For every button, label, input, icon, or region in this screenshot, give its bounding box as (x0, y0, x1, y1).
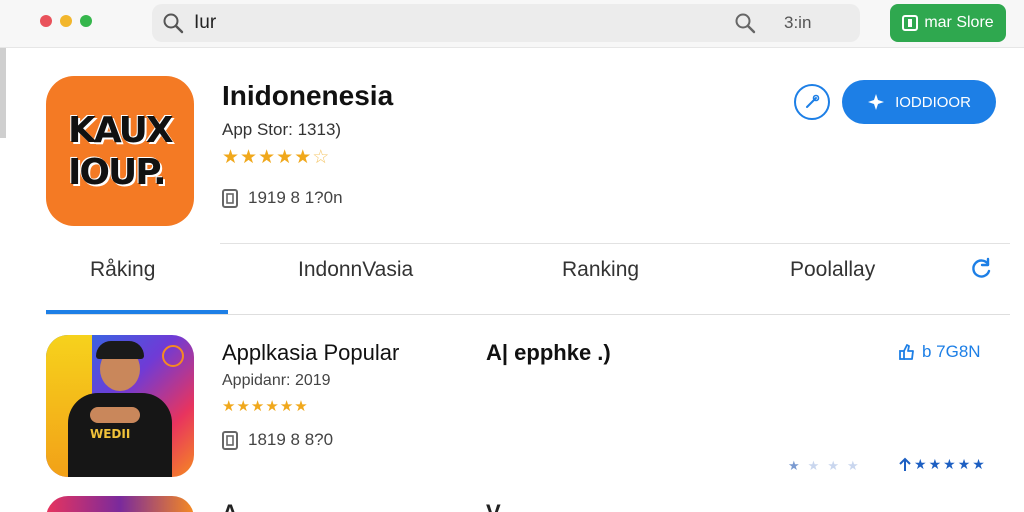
next-list-app-icon[interactable] (46, 496, 194, 512)
featured-app-icon-text-1: KAUX (68, 110, 174, 151)
search-icon-secondary[interactable] (734, 12, 756, 39)
star-icon: ★ (258, 147, 276, 168)
featured-app-icon[interactable]: KAUX IOUP. (46, 76, 194, 226)
search-input[interactable]: Iur (194, 12, 216, 34)
download-count-icon (221, 188, 241, 215)
star-icon: ★ (222, 398, 236, 415)
featured-app-rating: ★ ★ ★ ★ ★ ☆ (222, 146, 329, 169)
list-app-subtitle: Appidanr: 2019 (222, 372, 331, 389)
star-icon: ★ (294, 398, 308, 415)
featured-app-subtitle: App Stor: 1313) (222, 120, 342, 139)
list-app-count: 1819 8 8?0 (248, 430, 334, 449)
star-icon: ★ (846, 458, 859, 473)
list-app-action-label: b 7G8N (922, 342, 981, 361)
download-count-icon (221, 430, 241, 457)
maximize-window-dot[interactable] (80, 15, 92, 27)
store-button-label: mar Slore (924, 14, 994, 31)
mini-rating-faded: ★ ★ ★ ★ (788, 458, 859, 474)
icon-shirt-text: WEDII (90, 427, 131, 441)
title-bar: Iur 3:in mar Slore (0, 0, 1024, 48)
icon-figure-arm (90, 407, 140, 423)
tab-poolallay[interactable]: Poolallay (790, 258, 875, 282)
window-edge (0, 48, 6, 138)
search-bar[interactable]: Iur 3:in (152, 4, 860, 42)
tab-raking[interactable]: Råking (90, 258, 155, 282)
star-icon: ★ (294, 147, 312, 168)
star-icon: ★ (914, 456, 927, 472)
list-app-icon[interactable]: WEDII (46, 335, 194, 477)
star-icon: ★ (807, 458, 820, 473)
star-icon: ★ (240, 147, 258, 168)
search-meta-text: 3:in (784, 13, 812, 32)
mini-rating: ★ ★ ★ ★ ★ (898, 456, 985, 473)
star-icon: ★ (250, 398, 265, 415)
share-button[interactable] (794, 84, 830, 120)
get-button[interactable]: IODDIOOR (842, 80, 996, 124)
star-icon: ★ (943, 456, 956, 472)
tab-ranking[interactable]: Ranking (562, 258, 639, 282)
featured-app-icon-text-2: IOUP. (68, 152, 167, 193)
star-icon: ★ (279, 398, 294, 415)
star-icon: ★ (972, 456, 985, 472)
star-icon: ★ (222, 147, 240, 168)
tab-bar: Råking IndonnVasia Ranking Poolallay (46, 252, 1010, 314)
get-button-label: IODDIOOR (895, 93, 971, 111)
next-list-app-title[interactable]: A (222, 500, 238, 512)
icon-badge (162, 345, 184, 367)
section-divider (220, 243, 1010, 244)
next-list-app-tag: V (486, 500, 501, 512)
star-icon: ★ (236, 398, 250, 415)
sparkle-icon (868, 94, 885, 110)
star-icon: ★ (276, 147, 294, 168)
star-icon: ★ (788, 458, 800, 473)
star-icon: ★ (265, 398, 279, 415)
featured-app-title[interactable]: Inidonenesia (222, 80, 393, 112)
list-app-action-button[interactable]: b 7G8N (898, 342, 981, 362)
refresh-icon[interactable] (968, 256, 994, 287)
close-window-dot[interactable] (40, 15, 52, 27)
star-icon: ★ (827, 458, 839, 473)
icon-figure-cap (96, 341, 144, 359)
arrow-up-icon (899, 457, 911, 471)
search-icon[interactable] (162, 12, 184, 39)
minimize-window-dot[interactable] (60, 15, 72, 27)
tab-indonnvasia[interactable]: IndonnVasia (298, 258, 413, 282)
thumbs-up-icon (899, 344, 914, 360)
featured-app-count: 1919 8 1?0n (248, 188, 343, 207)
list-app-rating: ★ ★ ★ ★ ★ ★ (222, 397, 308, 415)
list-app-tag: A| epphke .) (486, 340, 611, 365)
window-controls (40, 15, 92, 27)
star-icon: ★ (957, 456, 971, 472)
tab-bar-divider (46, 314, 1010, 315)
list-app-title[interactable]: Applkasia Popular (222, 340, 399, 366)
star-icon: ★ (928, 456, 942, 472)
store-button[interactable]: mar Slore (890, 4, 1006, 42)
star-half-icon: ☆ (312, 147, 330, 168)
store-icon (902, 15, 919, 31)
